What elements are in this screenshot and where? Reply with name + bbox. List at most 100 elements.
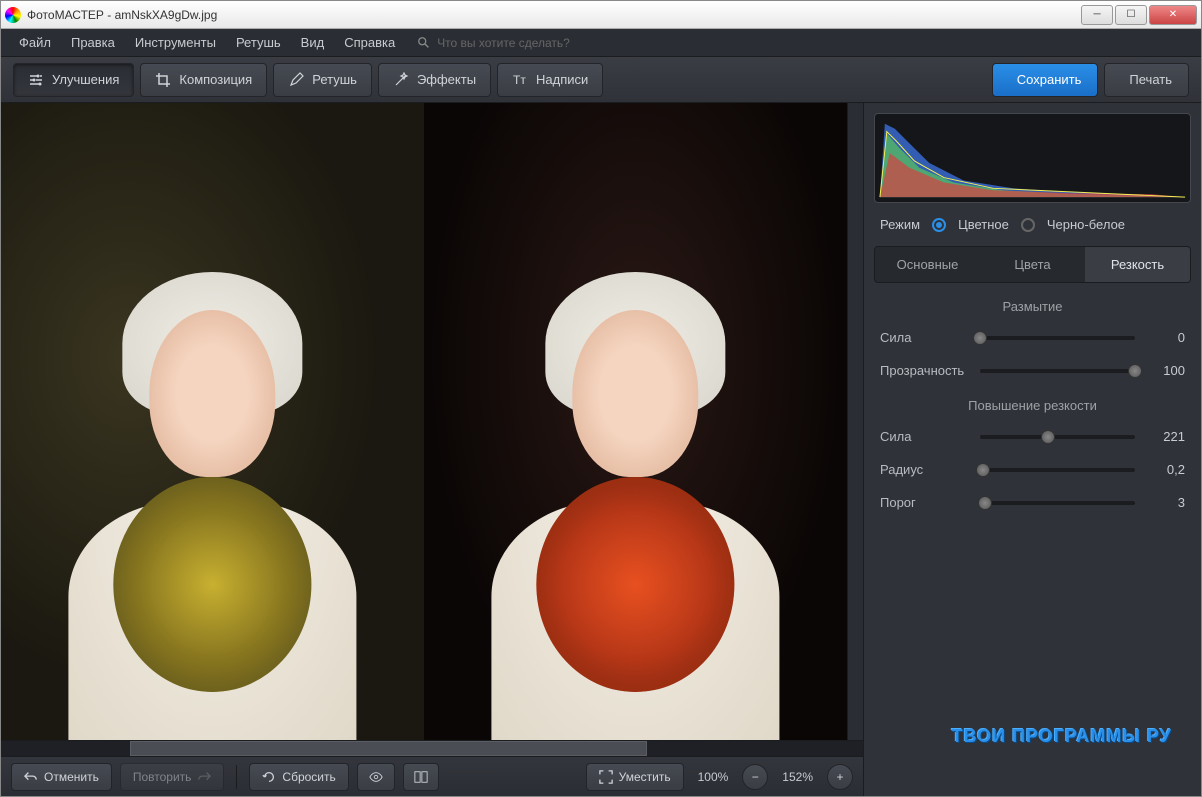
tab-retouch[interactable]: Ретушь: [273, 63, 372, 97]
section-blur-title: Размытие: [874, 299, 1191, 314]
zoom-100[interactable]: 100%: [692, 770, 735, 784]
portrait-figure: [456, 262, 816, 740]
undo-icon: [24, 770, 38, 784]
slider-value[interactable]: 221: [1145, 429, 1185, 444]
slider-track[interactable]: [980, 369, 1135, 373]
slider-value[interactable]: 100: [1145, 363, 1185, 378]
radio-color[interactable]: [932, 218, 946, 232]
minimize-button[interactable]: ─: [1081, 5, 1113, 25]
print-button[interactable]: Печать: [1104, 63, 1189, 97]
histogram-graph: [875, 114, 1190, 202]
window-title: ФотоМАСТЕР - amNskXA9gDw.jpg: [27, 8, 1081, 22]
slider-thumb[interactable]: [1128, 364, 1142, 378]
maximize-button[interactable]: ☐: [1115, 5, 1147, 25]
preview-button[interactable]: [357, 763, 395, 791]
slider-value[interactable]: 0,2: [1145, 462, 1185, 477]
search-icon: [417, 36, 431, 50]
vertical-scrollbar[interactable]: [847, 103, 863, 740]
close-button[interactable]: ✕: [1149, 5, 1197, 25]
slider-value[interactable]: 3: [1145, 495, 1185, 510]
slider-track[interactable]: [980, 336, 1135, 340]
slider-track[interactable]: [980, 435, 1135, 439]
brush-icon: [288, 72, 304, 88]
mode-bw-label[interactable]: Черно-белое: [1047, 217, 1125, 232]
tab-label: Композиция: [179, 72, 252, 87]
crop-icon: [155, 72, 171, 88]
menu-view[interactable]: Вид: [293, 31, 333, 54]
tab-composition[interactable]: Композиция: [140, 63, 267, 97]
menu-edit[interactable]: Правка: [63, 31, 123, 54]
subtab-sharpness[interactable]: Резкость: [1085, 247, 1190, 282]
app-icon: [5, 7, 21, 23]
app-window: ФотоМАСТЕР - amNskXA9gDw.jpg ─ ☐ ✕ Файл …: [0, 0, 1202, 797]
tab-effects[interactable]: Эффекты: [378, 63, 491, 97]
slider-thumb[interactable]: [978, 496, 992, 510]
undo-button[interactable]: Отменить: [11, 763, 112, 791]
slider-label: Сила: [880, 429, 970, 444]
subtabs: Основные Цвета Резкость: [874, 246, 1191, 283]
slider-label: Сила: [880, 330, 970, 345]
print-label: Печать: [1129, 72, 1172, 87]
slider-radius: Радиус 0,2: [874, 458, 1191, 481]
slider-value[interactable]: 0: [1145, 330, 1185, 345]
titlebar: ФотоМАСТЕР - amNskXA9gDw.jpg ─ ☐ ✕: [1, 1, 1201, 29]
slider-thumb[interactable]: [973, 331, 987, 345]
radio-bw[interactable]: [1021, 218, 1035, 232]
image-after: [424, 103, 847, 740]
tab-enhance[interactable]: Улучшения: [13, 63, 134, 97]
zoom-in-button[interactable]: +: [827, 764, 853, 790]
menu-tools[interactable]: Инструменты: [127, 31, 224, 54]
image-before: [1, 103, 424, 740]
search-box[interactable]: Что вы хотите сделать?: [417, 36, 570, 50]
compare-icon: [414, 770, 428, 784]
save-button[interactable]: Сохранить: [992, 63, 1099, 97]
canvas-area: Отменить Повторить Сбросить: [1, 103, 863, 796]
histogram[interactable]: [874, 113, 1191, 203]
content-area: Отменить Повторить Сбросить: [1, 103, 1201, 796]
bottom-bar: Отменить Повторить Сбросить: [1, 756, 863, 796]
scrollbar-thumb[interactable]: [130, 741, 647, 756]
slider-threshold: Порог 3: [874, 491, 1191, 514]
text-icon: Tᴛ: [512, 72, 528, 88]
slider-thumb[interactable]: [1041, 430, 1055, 444]
menu-file[interactable]: Файл: [11, 31, 59, 54]
watermark: ТВОИ ПРОГРАММЫ РУ: [952, 726, 1172, 747]
reset-label: Сбросить: [282, 770, 335, 784]
sliders-icon: [28, 72, 44, 88]
slider-label: Радиус: [880, 462, 970, 477]
redo-button[interactable]: Повторить: [120, 763, 225, 791]
slider-track[interactable]: [980, 501, 1135, 505]
toolbar: Улучшения Композиция Ретушь Эффекты Tᴛ Н…: [1, 57, 1201, 103]
subtab-colors[interactable]: Цвета: [980, 247, 1085, 282]
slider-label: Порог: [880, 495, 970, 510]
tab-label: Ретушь: [312, 72, 357, 87]
slider-track[interactable]: [980, 468, 1135, 472]
redo-icon: [197, 770, 211, 784]
canvas-viewport[interactable]: [1, 103, 863, 740]
zoom-out-button[interactable]: −: [742, 764, 768, 790]
slider-thumb[interactable]: [976, 463, 990, 477]
reset-button[interactable]: Сбросить: [249, 763, 348, 791]
fit-icon: [599, 770, 613, 784]
window-controls: ─ ☐ ✕: [1081, 5, 1197, 25]
tab-text[interactable]: Tᴛ Надписи: [497, 63, 603, 97]
mode-label: Режим: [880, 217, 920, 232]
side-panel: Режим Цветное Черно-белое Основные Цвета…: [863, 103, 1201, 796]
fit-label: Уместить: [619, 770, 671, 784]
zoom-current: 152%: [776, 770, 819, 784]
slider-strength2: Сила 221: [874, 425, 1191, 448]
wand-icon: [393, 72, 409, 88]
horizontal-scrollbar-row: [1, 740, 863, 756]
search-placeholder: Что вы хотите сделать?: [437, 36, 570, 50]
slider-strength1: Сила 0: [874, 326, 1191, 349]
svg-text:Tᴛ: Tᴛ: [513, 73, 526, 87]
fit-button[interactable]: Уместить: [586, 763, 684, 791]
undo-label: Отменить: [44, 770, 99, 784]
subtab-basic[interactable]: Основные: [875, 247, 980, 282]
horizontal-scrollbar[interactable]: [1, 741, 863, 756]
compare-button[interactable]: [403, 763, 439, 791]
mode-color-label[interactable]: Цветное: [958, 217, 1009, 232]
menu-retouch[interactable]: Ретушь: [228, 31, 289, 54]
reset-icon: [262, 770, 276, 784]
menu-help[interactable]: Справка: [336, 31, 403, 54]
